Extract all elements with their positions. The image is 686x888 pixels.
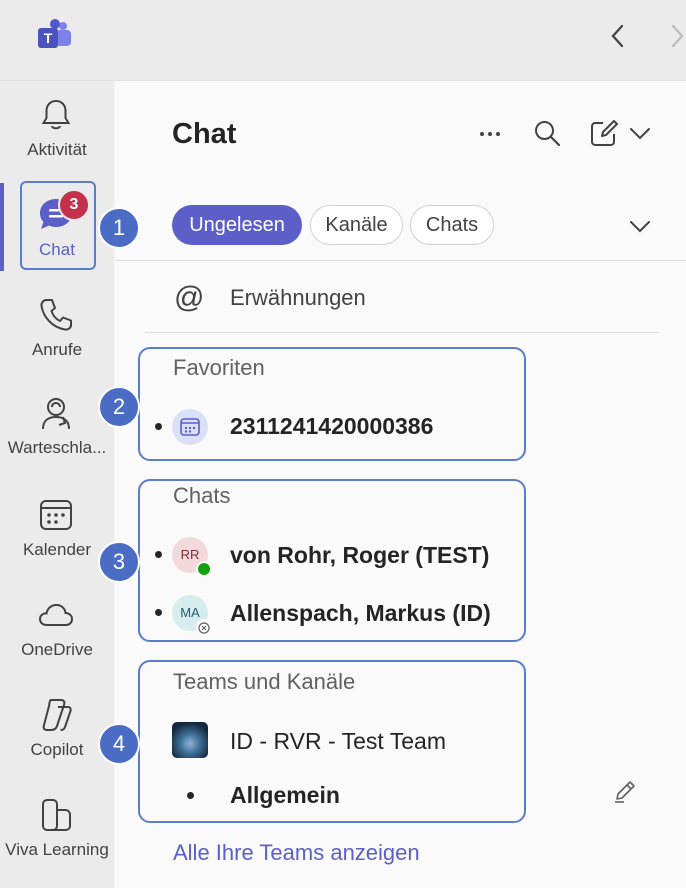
calendar-icon: [37, 496, 75, 534]
forward-button[interactable]: [664, 22, 686, 50]
status-available-icon: [196, 561, 212, 577]
rail-item-label: Anrufe: [31, 340, 83, 359]
search-button[interactable]: [532, 118, 562, 148]
divider: [115, 260, 686, 261]
draft-pencil-icon: [612, 779, 638, 805]
at-icon: @: [174, 281, 205, 314]
rail-item-viva-learning[interactable]: Viva Learning: [0, 796, 114, 876]
filter-channels[interactable]: Kanäle: [310, 205, 403, 245]
more-options-button[interactable]: [475, 118, 505, 148]
teams-logo-icon: T: [36, 17, 74, 55]
rail-item-label: Copilot: [30, 740, 84, 759]
show-all-teams-link[interactable]: Alle Ihre Teams anzeigen: [173, 840, 420, 866]
rail-item-label: Aktivität: [27, 140, 87, 159]
favorites-section-title[interactable]: Favoriten: [173, 355, 265, 381]
filter-unread[interactable]: Ungelesen: [172, 205, 302, 245]
unread-dot: [155, 423, 162, 430]
rail-item-label: Viva Learning: [5, 840, 109, 859]
svg-text:T: T: [44, 30, 53, 46]
copilot-icon: [37, 696, 75, 734]
chat-item[interactable]: von Rohr, Roger (TEST): [230, 542, 489, 569]
meeting-avatar: [172, 409, 208, 445]
divider: [145, 332, 659, 333]
cloud-icon: [37, 596, 75, 634]
unread-dot: [187, 792, 194, 799]
rail-item-calls[interactable]: Anrufe: [0, 296, 114, 376]
chats-section-title[interactable]: Chats: [173, 483, 230, 509]
rail-item-queues[interactable]: Warteschla...: [0, 394, 114, 474]
new-chat-button[interactable]: [589, 118, 619, 148]
bell-icon: [37, 96, 75, 134]
team-item[interactable]: ID - RVR - Test Team: [230, 728, 446, 755]
unread-dot: [155, 551, 162, 558]
filter-chats[interactable]: Chats: [410, 205, 494, 245]
rail-item-label: Warteschla...: [7, 438, 107, 457]
rail-item-copilot[interactable]: Copilot: [0, 696, 114, 776]
page-title: Chat: [172, 118, 237, 150]
status-offline-icon: [196, 619, 212, 635]
chat-item[interactable]: Allenspach, Markus (ID): [230, 600, 491, 627]
filter-expand-button[interactable]: [625, 211, 655, 241]
favorite-item[interactable]: 2311241420000386: [230, 413, 433, 440]
channel-item[interactable]: Allgemein: [230, 782, 340, 809]
new-chat-dropdown-button[interactable]: [625, 118, 655, 148]
unread-dot: [155, 609, 162, 616]
title-bar: T: [0, 0, 686, 81]
back-button[interactable]: [605, 22, 631, 50]
mentions-item[interactable]: Erwähnungen: [230, 285, 366, 311]
callout-marker: 4: [98, 723, 140, 765]
rail-item-onedrive[interactable]: OneDrive: [0, 596, 114, 676]
rail-item-activity[interactable]: Aktivität: [0, 96, 114, 176]
teams-section-title[interactable]: Teams und Kanäle: [173, 669, 355, 695]
phone-icon: [37, 296, 75, 334]
callout-marker: 3: [98, 541, 140, 583]
rail-item-calendar[interactable]: Kalender: [0, 496, 114, 576]
callout-marker: 2: [98, 386, 140, 428]
queue-icon: [37, 394, 75, 432]
rail-item-label: OneDrive: [21, 640, 93, 659]
calendar-icon: [180, 418, 200, 436]
book-icon: [37, 796, 75, 834]
callout-marker: 1: [98, 207, 140, 249]
team-avatar: [172, 722, 208, 758]
rail-item-label: Kalender: [22, 540, 92, 559]
unread-badge: 3: [58, 189, 90, 221]
